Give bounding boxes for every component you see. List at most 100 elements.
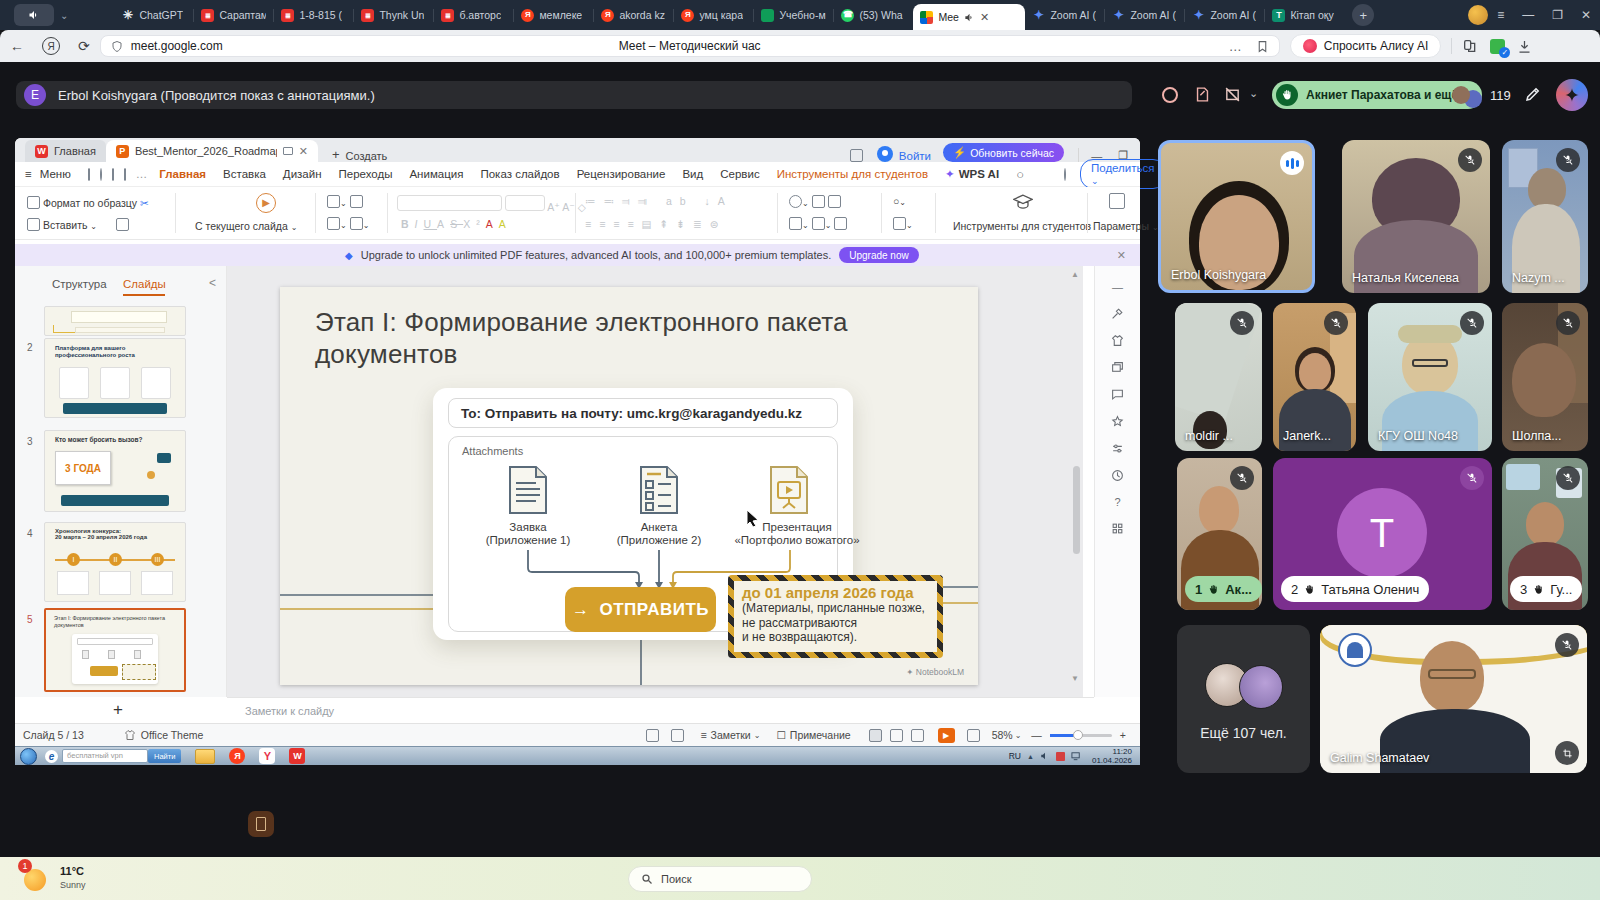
- picture-icon[interactable]: [812, 195, 825, 208]
- browser-tab[interactable]: ТКітап оқу: [1265, 0, 1344, 30]
- student-tools-button[interactable]: Инструменты для студентов: [953, 220, 1091, 232]
- wps-new-tab[interactable]: +: [332, 147, 340, 162]
- participant-tile[interactable]: 1 Ак...: [1177, 458, 1262, 610]
- annotate-pencil-icon[interactable]: [1524, 85, 1542, 103]
- extensions-icon[interactable]: [1462, 38, 1478, 54]
- help-icon[interactable]: ?: [1114, 496, 1120, 508]
- wps-home-tab[interactable]: WГлавная: [25, 140, 106, 162]
- wps-ai-button[interactable]: WPS AI: [959, 168, 999, 180]
- participant-tile[interactable]: Nazym ...: [1502, 140, 1588, 293]
- save-icon[interactable]: [88, 168, 90, 181]
- settings-icon[interactable]: [1111, 442, 1124, 455]
- browser-tab[interactable]: ✦Zoom AI (: [1025, 0, 1104, 30]
- more-icon[interactable]: …: [136, 168, 148, 180]
- background-icon[interactable]: [834, 217, 847, 230]
- raised-hands-pill[interactable]: Акниет Парахатова и ещё 2: [1272, 81, 1482, 109]
- tab-structure[interactable]: Структура: [52, 278, 107, 290]
- play-from-current-button[interactable]: С текущего слайда ⌄: [195, 220, 297, 232]
- upgrade-now-button[interactable]: Upgrade now: [839, 247, 918, 263]
- view-reading-icon[interactable]: [911, 729, 924, 742]
- participant-tile[interactable]: Наталья Киселева: [1342, 140, 1490, 293]
- browser-tab[interactable]: Ямемлеке: [514, 0, 593, 30]
- participant-tile[interactable]: Erbol Koishygara: [1158, 140, 1315, 293]
- participant-tile[interactable]: 3 Гу...: [1502, 458, 1588, 610]
- slide-size-icon[interactable]: [893, 217, 906, 230]
- doc-close-icon[interactable]: ✕: [299, 145, 308, 158]
- notes-toggle[interactable]: Заметки: [711, 729, 751, 741]
- menu-animation[interactable]: Анимация: [409, 168, 463, 180]
- explorer-icon[interactable]: [195, 749, 215, 764]
- alice-ai-button[interactable]: Спросить Алису AI: [1290, 34, 1442, 58]
- slide-thumbnail-4[interactable]: Хронология конкурса:20 марта – 20 апреля…: [44, 522, 186, 602]
- browser-tab[interactable]: ✳ChatGPT: [114, 0, 193, 30]
- scroll-up-icon[interactable]: ▲: [1071, 270, 1079, 279]
- new-tab-button[interactable]: +: [1352, 4, 1374, 26]
- presenter-icon[interactable]: [671, 729, 684, 742]
- participant-tile[interactable]: Galim Shamataev: [1320, 625, 1587, 773]
- ie-icon[interactable]: e: [45, 750, 58, 763]
- window-switch-icon[interactable]: [850, 149, 863, 162]
- banner-close-icon[interactable]: ✕: [1117, 249, 1126, 262]
- slideshow-icon[interactable]: [646, 729, 659, 742]
- start-orb-icon[interactable]: [20, 748, 37, 765]
- browser-tab-active[interactable]: Мее ✕: [913, 4, 1025, 30]
- wps-create-label[interactable]: Создать: [345, 150, 387, 162]
- weather-icon[interactable]: 1: [22, 863, 52, 893]
- zoom-level[interactable]: 58%: [992, 729, 1013, 741]
- person-icon[interactable]: [828, 195, 841, 208]
- participant-tile[interactable]: Janerk...: [1273, 303, 1356, 451]
- undo-icon[interactable]: [100, 168, 102, 181]
- collapse-icon[interactable]: —: [1112, 281, 1123, 293]
- participant-tile[interactable]: T 2 Татьяна Оленич: [1273, 458, 1492, 610]
- banner-options-chevron[interactable]: ⌄: [1249, 87, 1258, 100]
- hamburger-icon[interactable]: ≡: [25, 168, 32, 180]
- reload-button[interactable]: ⟳: [78, 38, 90, 54]
- textbox-icon[interactable]: [789, 217, 802, 230]
- scroll-down-icon[interactable]: ▼: [1071, 674, 1079, 683]
- wps-taskbar-icon[interactable]: W: [289, 748, 305, 764]
- zoom-slider[interactable]: [1050, 734, 1112, 737]
- menu-student-tools[interactable]: Инструменты для студентов: [777, 168, 928, 180]
- participant-tile[interactable]: moldir ...: [1175, 303, 1262, 451]
- new-slide-icon[interactable]: [327, 195, 340, 208]
- gemini-icon[interactable]: [1556, 79, 1588, 111]
- taskbar-search[interactable]: Поиск: [628, 866, 812, 892]
- browser-tab[interactable]: Яakorda kz: [594, 0, 673, 30]
- shapes-icon[interactable]: [789, 195, 802, 208]
- menu-menu[interactable]: Меню: [40, 168, 71, 180]
- reset-icon[interactable]: [350, 217, 363, 230]
- menu-design[interactable]: Дизайн: [283, 168, 322, 180]
- tray-expand-icon[interactable]: ▲: [1027, 753, 1034, 760]
- menu-review[interactable]: Рецензирование: [577, 168, 666, 180]
- comment-icon[interactable]: [1111, 388, 1124, 401]
- wps-login-link[interactable]: Войти: [899, 150, 931, 162]
- taskbar-search-field[interactable]: бесплатный vpn: [62, 749, 148, 763]
- collapse-panel-icon[interactable]: <: [209, 276, 216, 290]
- history-icon[interactable]: [1111, 469, 1124, 482]
- menu-insert[interactable]: Вставка: [223, 168, 266, 180]
- browser-tab[interactable]: ≣Сараптам: [194, 0, 273, 30]
- input-language[interactable]: RU: [1009, 751, 1021, 761]
- chevron-down-icon[interactable]: ⌄: [60, 10, 68, 21]
- view-normal-icon[interactable]: [869, 729, 882, 742]
- more-participants-tile[interactable]: Ещё 107 чел.: [1177, 625, 1310, 773]
- tab-close-icon[interactable]: ✕: [980, 11, 989, 24]
- section-icon[interactable]: [327, 217, 340, 230]
- tab-audio-button[interactable]: [14, 4, 54, 26]
- menu-slideshow[interactable]: Показ слайдов: [480, 168, 559, 180]
- back-button[interactable]: ←: [10, 38, 24, 54]
- vertical-scrollbar[interactable]: [1073, 466, 1080, 554]
- zoom-in-button[interactable]: +: [1120, 729, 1126, 741]
- share-button[interactable]: Поделиться ⌄: [1080, 159, 1166, 189]
- tray-network-icon[interactable]: [1071, 751, 1082, 761]
- browser-menu-icon[interactable]: ≡: [1497, 8, 1504, 22]
- browser-tab[interactable]: Учебно-м: [754, 0, 833, 30]
- browser-tab[interactable]: ✦Zoom AI (: [1105, 0, 1184, 30]
- wps-document-tab[interactable]: P Best_Mentor_2026_Roadmap. ✕: [106, 140, 318, 162]
- theme-name[interactable]: Office Theme: [141, 729, 204, 741]
- slide-thumbnail-5-selected[interactable]: Этап I: Формирование электронного пакета…: [44, 608, 186, 692]
- slide-notes-field[interactable]: Заметки к слайду: [227, 697, 1094, 723]
- annotation-off-icon[interactable]: [1224, 86, 1241, 103]
- browser-tab[interactable]: ☎(53) Wha: [834, 0, 913, 30]
- participant-tile[interactable]: КГУ ОШ No48: [1368, 303, 1492, 451]
